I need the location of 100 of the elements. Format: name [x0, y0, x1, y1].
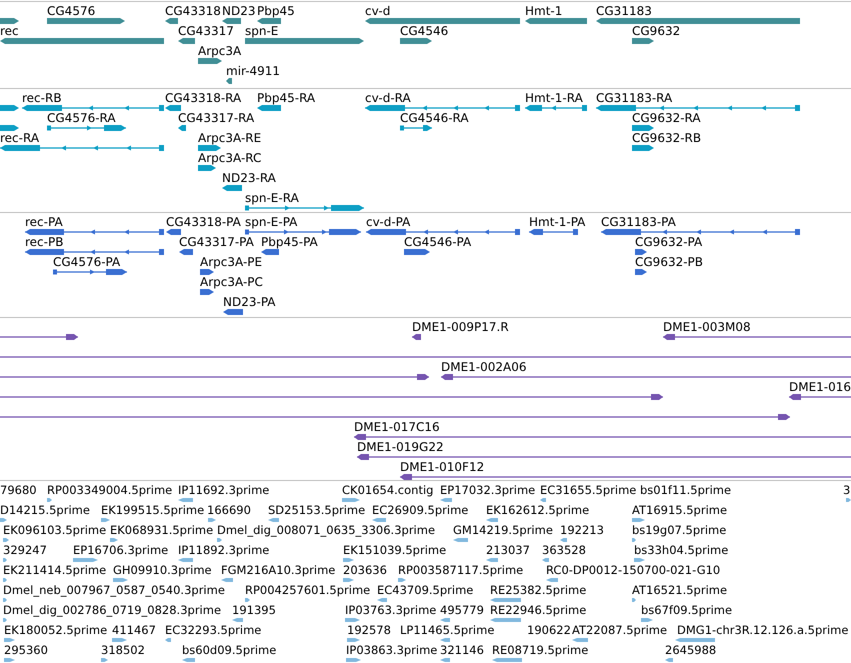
feature-label: GH09910.3prime: [113, 563, 212, 577]
feature-label: ND23-PA: [223, 295, 276, 309]
feature-label: 166690: [207, 503, 251, 517]
feature-label: CG4546-PA: [404, 235, 472, 249]
feature-label: ND23: [222, 4, 256, 18]
feature-label: Dmel_dig_002786_0719_0828.3prime: [3, 603, 222, 617]
feature-label: RP003587117.5prime: [398, 563, 524, 577]
feature-label: CG43317-RA: [178, 111, 254, 125]
feature-label: CG43318-PA: [166, 215, 241, 229]
feature-label: CG9632-PA: [635, 235, 702, 249]
feature-label: cv-d-PA: [366, 215, 410, 229]
feature-label: IP11892.3prime: [178, 543, 270, 557]
feature-label: 213037: [486, 543, 530, 557]
feature-label: rec-PB: [25, 235, 64, 249]
feature-label: EK162612.5prime: [486, 503, 590, 517]
feature-label: AT16915.5prime: [632, 503, 728, 517]
feature-label: bs33h04.5prime: [634, 543, 728, 557]
feature-label: ND23-RA: [222, 171, 276, 185]
feature-label: D14215.5prime: [0, 503, 90, 517]
feature-label: DME1-009P17.R: [412, 320, 509, 334]
feature-label: bs67f09.5prime: [641, 603, 732, 617]
feature-label: rec-RA: [0, 131, 40, 145]
feature-label: EK199515.5prime: [101, 503, 204, 517]
feature-label: EK180052.5prime: [4, 623, 108, 637]
feature-label: spn-E-RA: [245, 191, 299, 205]
feature-label: EP16706.3prime: [73, 543, 168, 557]
feature-label: CG43317: [178, 24, 234, 38]
feature-label: CG4546: [400, 24, 448, 38]
feature-label: 2645988: [665, 643, 716, 657]
feature-label: Arpc3A-PE: [200, 255, 262, 269]
feature-label: DME1-017C16: [354, 420, 440, 434]
feature-label: 318502: [101, 643, 145, 657]
feature-label: 79680: [0, 483, 37, 497]
feature-label: 192213: [560, 523, 604, 537]
feature-label: EC26909.5prime: [372, 503, 468, 517]
feature-label: DME1-003M08: [663, 320, 751, 334]
feature-label: LP11465.5prime: [400, 623, 494, 637]
feature-label: CG9632-PB: [635, 255, 704, 269]
feature-label: 190622: [527, 623, 571, 637]
feature-label: Dmel_neb_007967_0587_0540.3prime: [3, 583, 225, 597]
feature-label: EC31655.5prime: [540, 483, 636, 497]
feature-label: EK151039.5prime: [343, 543, 446, 557]
feature-label: CG43318: [165, 4, 221, 18]
feature-label: RE25382.5prime: [490, 583, 586, 597]
feature-label: 321146: [440, 643, 484, 657]
feature-label: DME1-016: [789, 380, 851, 394]
feature-label: 411467: [112, 623, 156, 637]
feature-label: AT16521.5prime: [632, 583, 728, 597]
feature-label: Arpc3A-RC: [198, 151, 262, 165]
feature-label: CG4546-RA: [400, 111, 469, 125]
feature-label: Arpc3A-PC: [200, 275, 263, 289]
feature-label: bs19g07.5prime: [632, 523, 726, 537]
feature-label: EK096103.5prime: [3, 523, 106, 537]
feature-label: DME1-002A06: [441, 360, 527, 374]
feature-label: EC32293.5prime: [165, 623, 262, 637]
feature-label: FGM216A10.3prime: [221, 563, 336, 577]
feature-label: 363528: [542, 543, 586, 557]
feature-label: 295360: [4, 643, 48, 657]
feature-label: RP003349004.5prime: [47, 483, 172, 497]
feature-label: RE22946.5prime: [490, 603, 586, 617]
feature-label: rec: [0, 24, 19, 38]
feature-label: IP11692.3prime: [178, 483, 270, 497]
feature-label: Arpc3A: [198, 44, 242, 58]
feature-label: Hmt-1: [525, 4, 562, 18]
feature-label: 495779: [440, 603, 484, 617]
feature-label: DME1-010F12: [400, 460, 484, 474]
feature-label: DMG1-chr3R.12.126.a.5prime: [677, 623, 848, 637]
feature-label: IP03763.3prime: [345, 603, 436, 617]
feature-label: 192578: [347, 623, 391, 637]
feature-label: CG43317-PA: [179, 235, 254, 249]
feature-label: spn-E-PA: [245, 215, 298, 229]
feature-label: Pbp45-PA: [261, 235, 318, 249]
feature-label: bs01f11.5prime: [640, 483, 732, 497]
feature-label: CK01654.contig: [342, 483, 434, 497]
feature-label: IP03863.3prime: [346, 643, 438, 657]
feature-label: CG31183: [596, 4, 652, 18]
feature-label: Hmt-1-PA: [529, 215, 586, 229]
feature-label: DME1-019G22: [357, 440, 444, 454]
feature-label: mir-4911: [226, 64, 280, 78]
feature-label: SD25153.5prime: [268, 503, 366, 517]
feature-label: rec-PA: [25, 215, 63, 229]
feature-label: EK068931.5prime: [110, 523, 214, 537]
feature-label: bs60d09.5prime: [182, 643, 276, 657]
feature-label: GM14219.5prime: [453, 523, 553, 537]
feature-label: EP17032.3prime: [440, 483, 536, 497]
feature-label: CG31183-RA: [596, 91, 672, 105]
feature-label: RE08719.5prime: [492, 643, 588, 657]
feature-label: cv-d: [365, 4, 390, 18]
feature-label: rec-RB: [22, 91, 62, 105]
feature-label: Arpc3A-RE: [198, 131, 262, 145]
feature-label: RC0-DP0012-150700-021-G10: [546, 563, 720, 577]
feature-label: Hmt-1-RA: [525, 91, 583, 105]
feature-label: cv-d-RA: [365, 91, 411, 105]
feature-label: CG31183-PA: [601, 215, 676, 229]
feature-label: Pbp45: [257, 4, 295, 18]
feature-label: 3: [843, 483, 850, 497]
feature-label: AT22087.5prime: [572, 623, 668, 637]
feature-label: 203636: [343, 563, 387, 577]
feature-label: CG9632-RB: [632, 131, 702, 145]
feature-label: CG43318-RA: [165, 91, 242, 105]
